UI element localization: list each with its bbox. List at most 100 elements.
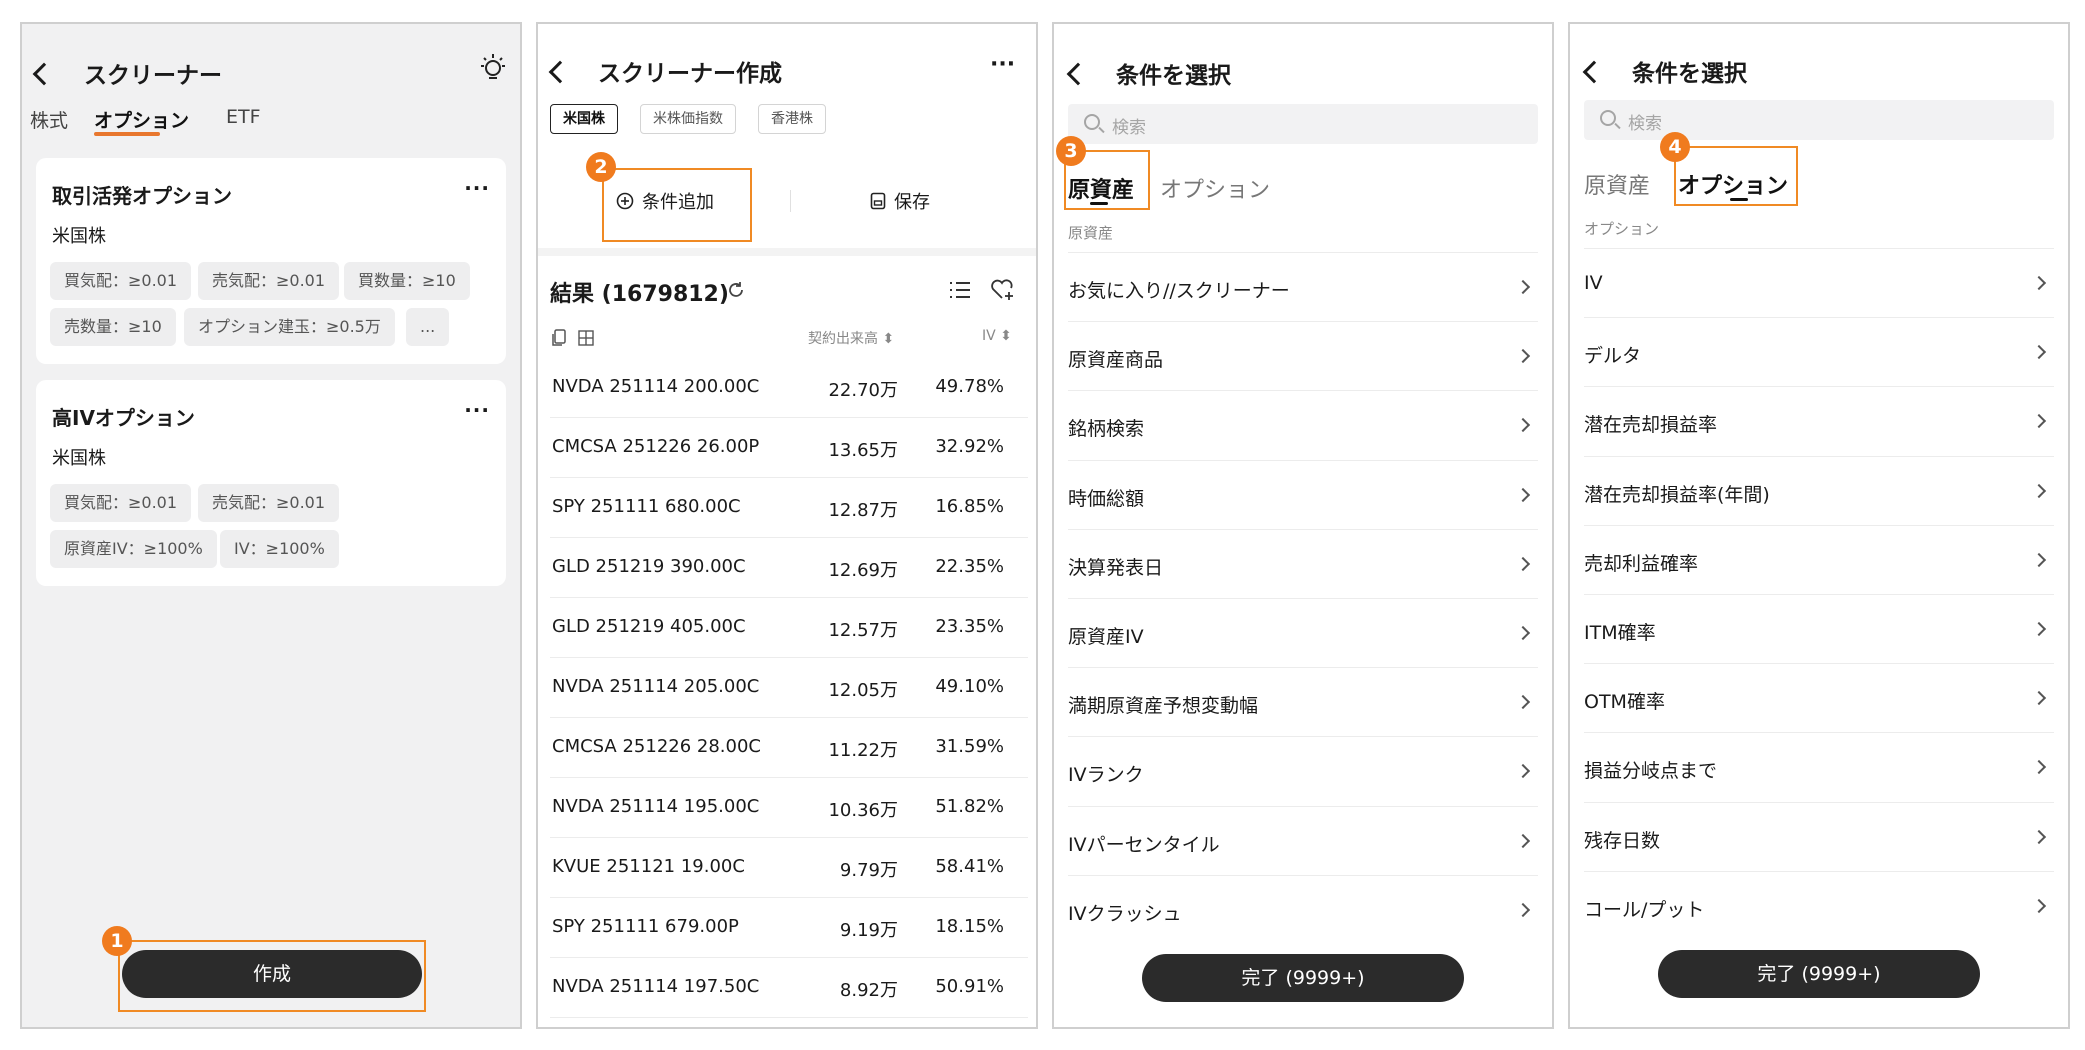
back-icon[interactable]	[32, 62, 56, 86]
contract-volume: 10.36万	[828, 800, 898, 821]
tab-stocks[interactable]: 株式	[30, 106, 68, 133]
heart-add-icon[interactable]	[990, 278, 1016, 302]
screener-card-high-iv[interactable]: 高IVオプション ··· 米国株 買気配：≥0.01 売気配：≥0.01 原資産…	[36, 380, 506, 586]
grid-icon[interactable]	[578, 330, 594, 346]
contract-volume: 12.05万	[828, 680, 898, 701]
search-icon	[1084, 114, 1100, 130]
save-label: 保存	[894, 192, 930, 213]
condition-label: ITM確率	[1584, 622, 1656, 644]
back-icon[interactable]	[1582, 60, 1606, 84]
condition-item[interactable]: 損益分岐点まで	[1584, 732, 2054, 801]
contract-volume: 9.19万	[839, 920, 898, 941]
chevron-right-icon	[2031, 898, 2047, 913]
chevron-right-icon	[1515, 418, 1531, 433]
more-icon[interactable]: ···	[464, 176, 490, 200]
table-row[interactable]: CMCSA 251226 26.00P 13.65万 32.92%	[550, 418, 1028, 478]
condition-item[interactable]: 売却利益確率	[1584, 524, 2054, 594]
chevron-right-icon	[2031, 829, 2047, 844]
table-row[interactable]: CMCSA 251226 28.00C 11.22万 31.59%	[550, 718, 1028, 778]
implied-volatility: 22.35%	[935, 556, 1004, 577]
condition-label: IVクラッシュ	[1068, 902, 1182, 925]
segment-hk-stocks[interactable]: 香港株	[758, 104, 826, 134]
filter-chip: 買気配：≥0.01	[50, 484, 192, 522]
back-icon[interactable]	[548, 60, 572, 84]
active-tab-underline	[94, 132, 160, 136]
condition-item[interactable]: 満期原資産予想変動幅	[1068, 667, 1538, 736]
condition-item[interactable]: 銘柄検索	[1068, 390, 1538, 459]
implied-volatility: 16.85%	[935, 496, 1004, 517]
table-row[interactable]: GLD 251219 390.00C 12.69万 22.35%	[550, 538, 1028, 598]
contract-volume: 8.92万	[839, 980, 898, 1001]
highlight-box	[118, 940, 426, 1012]
chevron-right-icon	[1515, 279, 1531, 295]
table-row[interactable]: NVDA 251114 205.00C 12.05万 49.10%	[550, 658, 1028, 718]
option-contract: NVDA 251114 205.00C	[552, 676, 760, 697]
refresh-icon[interactable]	[726, 280, 746, 300]
condition-item[interactable]: IVクラッシュ	[1068, 874, 1538, 944]
condition-label: 満期原資産予想変動幅	[1068, 695, 1259, 718]
chevron-right-icon	[2031, 552, 2047, 567]
condition-item[interactable]: コール/プット	[1584, 870, 2054, 940]
segment-us-stocks[interactable]: 米国株	[550, 104, 618, 134]
lightbulb-icon[interactable]	[478, 52, 508, 84]
condition-item[interactable]: ITM確率	[1584, 594, 2054, 663]
chevron-right-icon	[2031, 760, 2047, 775]
table-row[interactable]: NVDA 251114 197.50C 8.92万 50.91%	[550, 958, 1028, 1018]
done-button[interactable]: 完了 (9999+)	[1658, 950, 1980, 998]
condition-item[interactable]: 潜在売却損益率	[1584, 386, 2054, 455]
table-row[interactable]: SPY 251111 680.00C 12.87万 16.85%	[550, 478, 1028, 538]
tab-options[interactable]: オプション	[1160, 172, 1270, 204]
condition-label: OTM確率	[1584, 691, 1665, 714]
option-contract: CMCSA 251226 28.00C	[552, 736, 761, 757]
chevron-right-icon	[1515, 349, 1531, 364]
table-row[interactable]: KVUE 251121 19.00C 9.79万 58.41%	[550, 838, 1028, 898]
save-button[interactable]: 保存	[870, 188, 930, 214]
option-contract: KVUE 251121 19.00C	[552, 856, 745, 877]
step-badge: 3	[1056, 136, 1086, 166]
back-icon[interactable]	[1066, 62, 1090, 86]
segment-us-index[interactable]: 米株価指数	[640, 104, 736, 134]
more-icon[interactable]: ···	[990, 52, 1015, 77]
condition-item[interactable]: OTM確率	[1584, 663, 2054, 732]
tab-etf[interactable]: ETF	[226, 106, 261, 128]
list-icon[interactable]	[948, 280, 972, 300]
card-title: 取引活発オプション	[52, 184, 232, 208]
condition-item[interactable]: お気に入り//スクリーナー	[1068, 252, 1538, 321]
condition-item[interactable]: 原資産商品	[1068, 321, 1538, 390]
column-header-iv[interactable]: IV ⬍	[982, 328, 1012, 344]
tab-options[interactable]: オプション	[94, 106, 189, 133]
condition-item[interactable]: IV	[1584, 248, 2054, 317]
contract-volume: 12.69万	[828, 560, 898, 581]
copy-icon[interactable]	[550, 328, 568, 348]
condition-label: IVランク	[1068, 764, 1144, 787]
condition-item[interactable]: 原資産IV	[1068, 598, 1538, 667]
condition-item[interactable]: 決算発表日	[1068, 528, 1538, 598]
section-label: 原資産	[1068, 224, 1114, 242]
filter-chip: 売気配：≥0.01	[198, 262, 340, 300]
table-row[interactable]: NVDA 251114 195.00C 10.36万 51.82%	[550, 778, 1028, 838]
search-input[interactable]: 検索	[1584, 100, 2054, 140]
table-row[interactable]: GLD 251219 405.00C 12.57万 23.35%	[550, 598, 1028, 658]
contract-volume: 22.70万	[828, 380, 898, 401]
search-input[interactable]: 検索	[1068, 104, 1538, 144]
condition-item[interactable]: デルタ	[1584, 317, 2054, 386]
contract-volume: 11.22万	[828, 740, 898, 761]
highlight-box	[1674, 146, 1798, 206]
screener-card-active-options[interactable]: 取引活発オプション ··· 米国株 買気配：≥0.01 売気配：≥0.01 買数…	[36, 158, 506, 364]
chevron-right-icon	[2031, 483, 2047, 498]
table-row[interactable]: NVDA 251114 200.00C 22.70万 49.78%	[550, 358, 1028, 418]
condition-item[interactable]: 残存日数	[1584, 801, 2054, 871]
tab-underlying[interactable]: 原資産	[1584, 168, 1650, 200]
done-button[interactable]: 完了 (9999+)	[1142, 954, 1464, 1002]
condition-label: IV	[1584, 272, 1603, 294]
more-icon[interactable]: ···	[464, 398, 490, 422]
table-row[interactable]: SPY 251111 679.00P 9.19万 18.15%	[550, 898, 1028, 958]
condition-item[interactable]: IVランク	[1068, 736, 1538, 805]
chevron-right-icon	[2031, 345, 2047, 360]
condition-item[interactable]: IVパーセンタイル	[1068, 805, 1538, 875]
condition-item[interactable]: 時価総額	[1068, 459, 1538, 529]
option-contract: GLD 251219 405.00C	[552, 616, 746, 637]
column-header-volume[interactable]: 契約出来高 ⬍	[808, 328, 894, 348]
chevron-right-icon	[2031, 691, 2047, 706]
condition-item[interactable]: 潜在売却損益率(年間)	[1584, 455, 2054, 525]
